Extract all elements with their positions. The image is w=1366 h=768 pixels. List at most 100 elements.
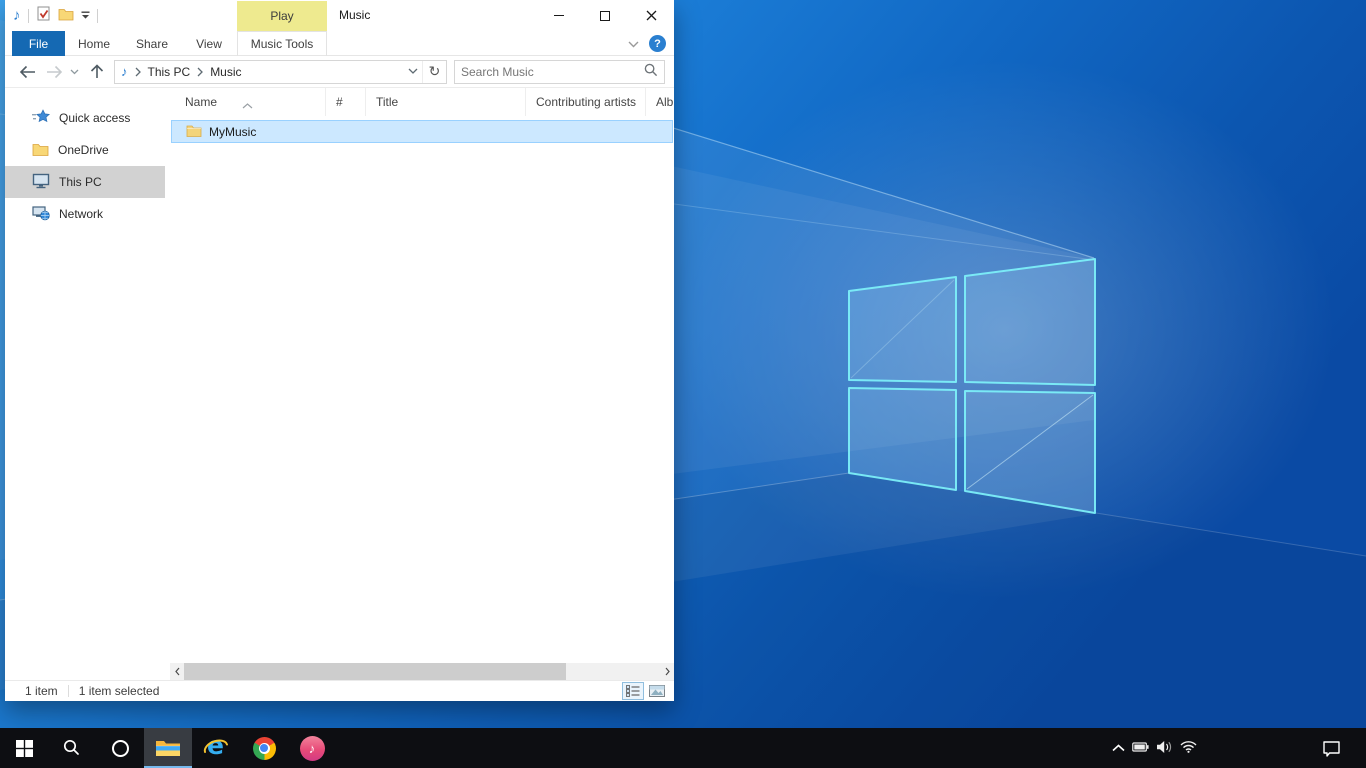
taskbar-apps: e ♪ bbox=[0, 728, 336, 768]
close-button[interactable] bbox=[628, 0, 674, 31]
ribbon-tab-row: File Home Share View Music Tools ? bbox=[5, 31, 674, 56]
sidebar-item-onedrive[interactable]: OneDrive bbox=[5, 134, 165, 166]
horizontal-scrollbar[interactable] bbox=[170, 663, 674, 680]
sidebar-item-network[interactable]: Network bbox=[5, 198, 165, 230]
chrome-button[interactable] bbox=[240, 728, 288, 768]
address-bar[interactable]: ♪ This PC Music ↻ bbox=[114, 60, 447, 84]
system-tray bbox=[1112, 728, 1197, 768]
title-bar[interactable]: ♪ Play Music bbox=[5, 0, 674, 31]
wifi-icon[interactable] bbox=[1180, 740, 1197, 756]
sidebar-item-label: Quick access bbox=[59, 111, 130, 125]
tab-home[interactable]: Home bbox=[65, 31, 123, 56]
sidebar-item-label: OneDrive bbox=[58, 143, 109, 157]
sidebar-item-this-pc[interactable]: This PC bbox=[5, 166, 165, 198]
details-view-icon bbox=[626, 685, 640, 697]
help-button[interactable]: ? bbox=[649, 35, 666, 52]
sidebar-item-label: This PC bbox=[59, 175, 102, 189]
main-area: Quick access OneDrive This PC bbox=[5, 88, 674, 680]
tab-share[interactable]: Share bbox=[123, 31, 181, 56]
scroll-left-arrow[interactable] bbox=[170, 663, 184, 680]
refresh-button[interactable]: ↻ bbox=[422, 61, 446, 83]
network-icon bbox=[32, 205, 50, 224]
minimize-button[interactable] bbox=[536, 0, 582, 31]
volume-icon[interactable] bbox=[1156, 740, 1173, 757]
maximize-icon bbox=[600, 11, 610, 21]
tab-file[interactable]: File bbox=[12, 31, 65, 56]
search-icon[interactable] bbox=[644, 63, 658, 80]
quick-access-toolbar: ♪ bbox=[13, 0, 98, 31]
folder-icon bbox=[186, 124, 202, 140]
close-icon bbox=[646, 10, 657, 21]
file-explorer-icon bbox=[155, 738, 181, 758]
quick-access-star-icon bbox=[32, 109, 50, 128]
breadcrumb-music[interactable]: Music bbox=[210, 65, 241, 79]
toolbar-separator bbox=[97, 9, 98, 23]
status-separator bbox=[68, 685, 69, 697]
action-center-button[interactable] bbox=[1322, 728, 1341, 768]
taskbar-search-button[interactable] bbox=[48, 728, 96, 768]
scrollbar-thumb[interactable] bbox=[184, 663, 566, 680]
cortana-circle-icon bbox=[111, 739, 130, 758]
internet-explorer-button[interactable]: e bbox=[192, 728, 240, 768]
column-label: # bbox=[336, 95, 343, 109]
breadcrumb-chevron-icon[interactable] bbox=[135, 67, 141, 77]
column-header-album[interactable]: Alb bbox=[645, 88, 674, 116]
minimize-ribbon-chevron-icon[interactable] bbox=[628, 37, 639, 51]
start-button[interactable] bbox=[0, 728, 48, 768]
taskbar-file-explorer-button[interactable] bbox=[144, 728, 192, 768]
column-label: Alb bbox=[656, 95, 673, 109]
sidebar-item-quick-access[interactable]: Quick access bbox=[5, 102, 165, 134]
navigation-toolbar: ♪ This PC Music ↻ bbox=[5, 56, 674, 88]
contextual-tab-group-play[interactable]: Play bbox=[237, 1, 327, 31]
chrome-icon-dot bbox=[260, 744, 268, 752]
windows-logo-pane-bottom-right bbox=[965, 391, 1095, 513]
maximize-button[interactable] bbox=[582, 0, 628, 31]
up-button[interactable] bbox=[90, 64, 104, 79]
customize-toolbar-caret-icon[interactable] bbox=[81, 9, 90, 23]
forward-button[interactable] bbox=[46, 65, 63, 79]
address-dropdown-chevron-icon[interactable] bbox=[408, 68, 418, 75]
taskbar: e ♪ bbox=[0, 728, 1366, 768]
recent-locations-chevron-icon[interactable] bbox=[70, 69, 79, 75]
view-switcher bbox=[622, 682, 668, 700]
this-pc-monitor-icon bbox=[32, 173, 50, 192]
chrome-icon bbox=[253, 737, 276, 760]
tab-music-tools[interactable]: Music Tools bbox=[237, 31, 327, 56]
file-row-mymusic-selected[interactable]: MyMusic bbox=[171, 120, 673, 143]
scroll-right-arrow[interactable] bbox=[660, 663, 674, 680]
column-header-contributing-artists[interactable]: Contributing artists bbox=[525, 88, 645, 116]
battery-icon[interactable] bbox=[1132, 741, 1149, 756]
column-label: Name bbox=[185, 95, 217, 109]
caption-buttons bbox=[536, 0, 674, 31]
tab-view[interactable]: View bbox=[181, 31, 237, 56]
sidebar-item-label: Network bbox=[59, 207, 103, 221]
column-header-number[interactable]: # bbox=[325, 88, 365, 116]
selection-count: 1 item selected bbox=[79, 684, 160, 698]
search-input[interactable] bbox=[461, 65, 644, 79]
item-count: 1 item bbox=[25, 684, 58, 698]
onedrive-folder-icon bbox=[32, 142, 49, 159]
tray-expand-chevron-icon[interactable] bbox=[1112, 741, 1125, 755]
file-list-pane: Name # Title Contributing artists Alb My… bbox=[165, 88, 674, 680]
itunes-icon: ♪ bbox=[300, 736, 325, 761]
sort-ascending-icon bbox=[242, 91, 253, 116]
search-box[interactable] bbox=[454, 60, 665, 84]
back-button[interactable] bbox=[19, 65, 36, 79]
file-explorer-window: ♪ Play Music bbox=[5, 0, 674, 701]
internet-explorer-icon: e bbox=[202, 735, 230, 761]
column-header-title[interactable]: Title bbox=[365, 88, 525, 116]
properties-icon[interactable] bbox=[36, 6, 51, 25]
windows-logo-pane-bottom-left bbox=[849, 388, 956, 490]
column-header-name[interactable]: Name bbox=[170, 88, 325, 116]
cortana-button[interactable] bbox=[96, 728, 144, 768]
breadcrumb-this-pc[interactable]: This PC bbox=[148, 65, 191, 79]
large-icons-view-button[interactable] bbox=[646, 682, 668, 700]
toolbar-separator bbox=[28, 9, 29, 23]
new-folder-icon[interactable] bbox=[58, 7, 74, 24]
windows-logo-icon bbox=[16, 740, 33, 757]
itunes-button[interactable]: ♪ bbox=[288, 728, 336, 768]
breadcrumb-chevron-icon[interactable] bbox=[197, 67, 203, 77]
location-music-icon: ♪ bbox=[121, 65, 128, 78]
details-view-button[interactable] bbox=[622, 682, 644, 700]
window-title: Music bbox=[339, 0, 370, 31]
